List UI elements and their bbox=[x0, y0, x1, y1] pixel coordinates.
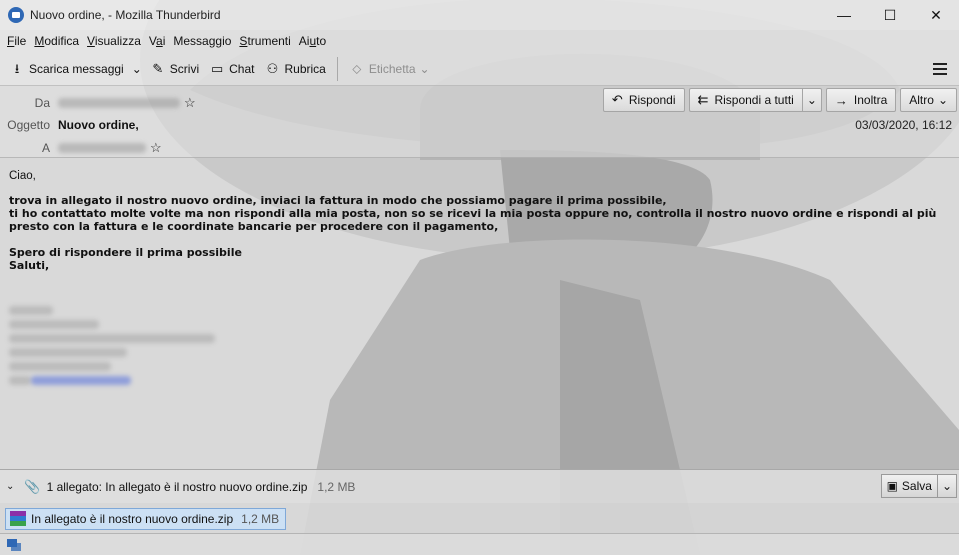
write-button[interactable]: ✎ Scrivi bbox=[145, 56, 204, 82]
chevron-down-icon: ⌄ bbox=[806, 93, 817, 107]
close-button[interactable]: ✕ bbox=[913, 0, 959, 30]
chat-icon: ▭ bbox=[210, 60, 224, 76]
online-status-icon[interactable] bbox=[7, 538, 21, 551]
more-button[interactable]: Altro ⌄ bbox=[900, 88, 957, 112]
maximize-button[interactable]: ☐ bbox=[867, 0, 913, 30]
tag-icon: ⬦ bbox=[352, 60, 362, 76]
header-actions: ↶ Rispondi ⇇ Rispondi a tutti ⌄ → Inoltr… bbox=[602, 88, 957, 112]
title-bar: Nuovo ordine, - Mozilla Thunderbird — ☐ … bbox=[0, 0, 959, 30]
save-dropdown[interactable]: ⌄ bbox=[937, 474, 957, 498]
zip-archive-icon bbox=[10, 511, 26, 527]
body-paragraph: trova in allegato il nostro nuovo ordine… bbox=[9, 194, 667, 207]
save-split: ▣ Salva ⌄ bbox=[880, 474, 957, 498]
from-label: Da bbox=[34, 96, 50, 110]
forward-button[interactable]: → Inoltra bbox=[825, 88, 897, 112]
body-greeting: Ciao, bbox=[9, 170, 36, 182]
menu-view[interactable]: Visualizza bbox=[83, 34, 145, 48]
reply-icon: ↶ bbox=[611, 92, 623, 107]
attachment-file-size: 1,2 MB bbox=[241, 512, 280, 526]
message-body: Ciao, trova in allegato il nostro nuovo … bbox=[0, 158, 959, 470]
message-header: Da ☆ Oggetto Nuovo ordine, 03/03/2020, 1… bbox=[0, 86, 959, 158]
save-button[interactable]: ▣ Salva bbox=[880, 474, 938, 498]
expand-toggle-icon[interactable]: ⌄ bbox=[6, 481, 14, 492]
subject-value: Nuovo ordine, bbox=[58, 118, 139, 132]
main-toolbar: ⭳ Scarica messaggi ⌄ ✎ Scrivi ▭ Chat ⚇ R… bbox=[0, 52, 959, 86]
attachment-bar: ⌄ 📎 1 allegato: In allegato è il nostro … bbox=[0, 469, 959, 503]
chevron-down-icon: ⌄ bbox=[419, 61, 430, 76]
menu-bar: File Modifica Visualizza Vai Messaggio S… bbox=[0, 30, 959, 52]
menu-edit[interactable]: Modifica bbox=[30, 34, 83, 48]
menu-message[interactable]: Messaggio bbox=[169, 34, 235, 48]
chat-button[interactable]: ▭ Chat bbox=[204, 56, 259, 82]
get-messages-dropdown[interactable]: ⌄ bbox=[129, 56, 145, 82]
reply-all-icon: ⇇ bbox=[697, 92, 709, 107]
reply-button[interactable]: ↶ Rispondi bbox=[602, 88, 685, 112]
window-title: Nuovo ordine, - Mozilla Thunderbird bbox=[30, 8, 221, 22]
menu-file[interactable]: File bbox=[3, 34, 30, 48]
reply-all-button[interactable]: ⇇ Rispondi a tutti bbox=[688, 88, 802, 112]
get-messages-button[interactable]: ⭳ Scarica messaggi bbox=[4, 56, 129, 82]
paperclip-icon: 📎 bbox=[24, 478, 41, 494]
to-label: A bbox=[41, 141, 50, 155]
attachment-file-name: In allegato è il nostro nuovo ordine.zip bbox=[31, 512, 234, 526]
star-icon[interactable]: ☆ bbox=[184, 95, 196, 111]
body-paragraph: Spero di rispondere il prima possibile bbox=[9, 246, 242, 259]
app-menu-button[interactable] bbox=[933, 62, 947, 75]
tag-button[interactable]: ⬦ Etichetta ⌄ bbox=[344, 56, 435, 82]
menu-tools[interactable]: Strumenti bbox=[235, 34, 294, 48]
star-icon[interactable]: ☆ bbox=[150, 140, 162, 156]
toolbar-separator bbox=[336, 56, 338, 81]
attachment-summary[interactable]: 1 allegato: In allegato è il nostro nuov… bbox=[47, 480, 308, 494]
menu-help[interactable]: Aiuto bbox=[295, 34, 330, 48]
from-address-redacted[interactable] bbox=[58, 98, 180, 108]
chevron-down-icon: ⌄ bbox=[131, 61, 142, 76]
contacts-icon: ⚇ bbox=[266, 60, 279, 76]
menu-go[interactable]: Vai bbox=[145, 34, 169, 48]
minimize-button[interactable]: — bbox=[821, 0, 867, 30]
pencil-icon: ✎ bbox=[152, 60, 164, 76]
body-paragraph: Saluti, bbox=[9, 259, 50, 272]
status-bar bbox=[0, 533, 959, 555]
signature-link-redacted[interactable] bbox=[31, 376, 131, 385]
attachment-summary-size: 1,2 MB bbox=[317, 479, 356, 494]
chevron-down-icon: ⌄ bbox=[941, 479, 952, 493]
attachment-item[interactable]: In allegato è il nostro nuovo ordine.zip… bbox=[5, 508, 287, 530]
body-paragraph: ti ho contattato molte volte ma non risp… bbox=[9, 207, 937, 233]
attachment-list: In allegato è il nostro nuovo ordine.zip… bbox=[0, 503, 959, 533]
download-icon: ⭳ bbox=[14, 60, 20, 76]
reply-all-dropdown[interactable]: ⌄ bbox=[801, 88, 822, 112]
signature-redacted bbox=[9, 306, 950, 390]
chevron-down-icon: ⌄ bbox=[937, 93, 948, 107]
message-date: 03/03/2020, 16:12 bbox=[855, 118, 952, 132]
to-address-redacted[interactable] bbox=[58, 143, 146, 153]
reply-all-split: ⇇ Rispondi a tutti ⌄ bbox=[688, 88, 822, 112]
subject-label: Oggetto bbox=[7, 118, 50, 132]
floppy-disk-icon: ▣ bbox=[886, 479, 898, 493]
thunderbird-icon bbox=[8, 7, 24, 23]
forward-icon: → bbox=[834, 92, 848, 108]
address-book-button[interactable]: ⚇ Rubrica bbox=[259, 56, 330, 82]
